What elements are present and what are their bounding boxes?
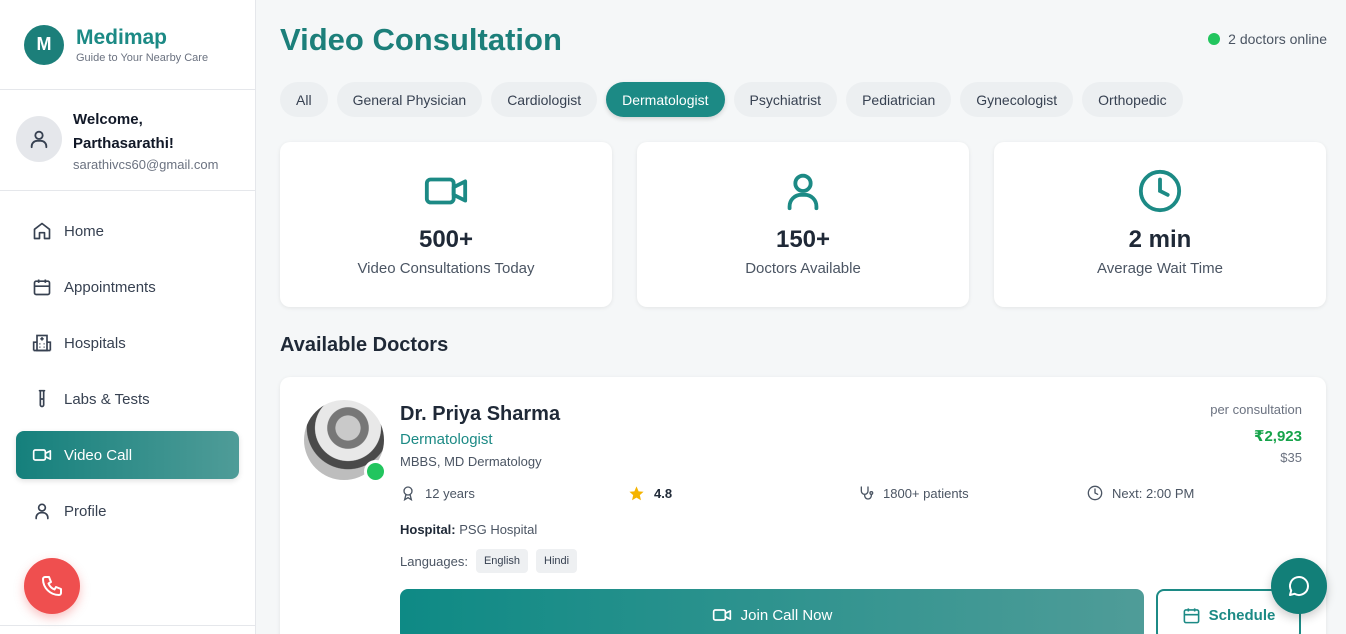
doctor-experience: 12 years (400, 485, 475, 501)
price-usd: $35 (1280, 450, 1302, 465)
doctor-next-slot: Next: 2:00 PM (1087, 485, 1194, 501)
calendar-icon (1183, 607, 1200, 623)
sidebar-item-label: Appointments (64, 278, 156, 296)
next-slot-text: Next: 2:00 PM (1112, 485, 1195, 501)
clock-icon (1087, 485, 1103, 501)
clock-icon (1138, 169, 1182, 213)
sidebar-item-video-call[interactable]: Video Call (16, 431, 239, 479)
sidebar-divider (0, 625, 256, 626)
doctor-languages: Languages: English Hindi (400, 549, 578, 573)
stethoscope-icon (860, 486, 874, 500)
join-call-label: Join Call Now (740, 606, 833, 624)
brand-tagline: Guide to Your Nearby Care (76, 51, 209, 64)
experience-text: 12 years (425, 485, 475, 501)
stat-value: 500+ (418, 226, 474, 253)
doctor-patients: 1800+ patients (858, 485, 969, 501)
hospital-name: PSG Hospital (459, 522, 538, 537)
test-tube-icon (38, 389, 46, 408)
brand-name: Medimap (76, 25, 168, 49)
rating-text: 4.8 (654, 486, 673, 501)
star-icon (629, 486, 644, 501)
sidebar-item-label: Labs & Tests (64, 390, 150, 408)
filter-chip-dermatologist[interactable]: Dermatologist (606, 82, 725, 117)
sidebar-item-labs-tests[interactable]: Labs & Tests (16, 375, 239, 423)
price-label: per consultation (1210, 402, 1302, 417)
filter-chip-gynecologist[interactable]: Gynecologist (960, 82, 1074, 117)
specialty-filters: All General Physician Cardiologist Derma… (280, 82, 1192, 117)
welcome-text: Welcome, (73, 111, 143, 128)
section-title: Available Doctors (280, 334, 449, 356)
doctor-name: Dr. Priya Sharma (400, 403, 561, 425)
doctor-hospital: Hospital: PSG Hospital (400, 522, 537, 537)
main-content: Video Consultation 2 doctors online All … (256, 0, 1346, 634)
join-call-button[interactable]: Join Call Now (400, 589, 1144, 634)
doctor-rating: 4.8 (628, 485, 672, 502)
doctor-online-indicator (364, 460, 387, 483)
stat-label: Doctors Available (745, 260, 861, 277)
user-icon (35, 503, 49, 520)
phone-icon (42, 576, 62, 596)
online-status-text: 2 doctors online (1228, 31, 1327, 47)
video-icon (32, 449, 52, 461)
filter-chip-orthopedic[interactable]: Orthopedic (1082, 82, 1183, 117)
user-icon (30, 130, 48, 149)
filter-chip-pediatrician[interactable]: Pediatrician (846, 82, 952, 117)
sidebar-item-label: Profile (64, 502, 107, 520)
chat-button[interactable] (1271, 558, 1327, 614)
price-inr: ₹2,923 (1254, 428, 1302, 445)
stat-label: Video Consultations Today (357, 260, 535, 277)
award-icon (403, 486, 413, 501)
user-email: sarathivcs60@gmail.com (73, 157, 219, 172)
chat-icon (1289, 576, 1309, 596)
filter-chip-cardiologist[interactable]: Cardiologist (491, 82, 598, 117)
home-icon (33, 222, 51, 240)
stat-card-doctors: 150+ Doctors Available (637, 142, 969, 307)
user-name: Parthasarathi! (73, 135, 174, 152)
languages-label: Languages: (400, 553, 468, 569)
hospital-icon (32, 334, 52, 352)
user-icon (787, 173, 819, 211)
patients-text: 1800+ patients (883, 485, 969, 501)
emergency-call-button[interactable] (24, 558, 80, 614)
stat-value: 2 min (1128, 226, 1192, 253)
sidebar-item-profile[interactable]: Profile (16, 487, 239, 535)
doctor-qualification: MBBS, MD Dermatology (400, 454, 542, 469)
page-title: Video Consultation (280, 22, 562, 57)
filter-chip-general-physician[interactable]: General Physician (336, 82, 483, 117)
sidebar-item-label: Video Call (64, 446, 133, 464)
stat-card-wait-time: 2 min Average Wait Time (994, 142, 1326, 307)
language-tag: Hindi (536, 549, 578, 573)
stat-label: Average Wait Time (1097, 260, 1223, 277)
calendar-icon (33, 279, 51, 296)
doctor-card: Dr. Priya Sharma Dermatologist MBBS, MD … (280, 377, 1326, 634)
sidebar-item-label: Home (64, 222, 105, 240)
stat-card-consultations: 500+ Video Consultations Today (280, 142, 612, 307)
stat-value: 150+ (775, 226, 831, 253)
online-status: 2 doctors online (1208, 31, 1327, 47)
sidebar-item-home[interactable]: Home (16, 207, 239, 255)
user-panel: Welcome, Parthasarathi! sarathivcs60@gma… (0, 90, 255, 191)
brand[interactable]: M Medimap Guide to Your Nearby Care (0, 0, 255, 90)
brand-logo: M (24, 24, 64, 65)
stats-row: 500+ Video Consultations Today 150+ Doct… (280, 142, 1326, 307)
video-icon (424, 177, 468, 205)
sidebar-item-hospitals[interactable]: Hospitals (16, 319, 239, 367)
language-tag: English (475, 549, 529, 573)
video-icon (712, 609, 731, 621)
sidebar-item-label: Hospitals (64, 334, 126, 352)
avatar (16, 116, 62, 162)
sidebar: M Medimap Guide to Your Nearby Care Welc… (0, 0, 256, 634)
filter-chip-all[interactable]: All (280, 82, 328, 117)
sidebar-item-appointments[interactable]: Appointments (16, 263, 239, 311)
online-dot-icon (1208, 33, 1221, 45)
doctor-specialty: Dermatologist (400, 431, 493, 448)
filter-chip-psychiatrist[interactable]: Psychiatrist (733, 82, 838, 117)
schedule-label: Schedule (1208, 606, 1276, 624)
sidebar-nav: Home Appointments Hospitals Labs & Tests… (0, 191, 255, 535)
hospital-label: Hospital: (400, 522, 456, 537)
